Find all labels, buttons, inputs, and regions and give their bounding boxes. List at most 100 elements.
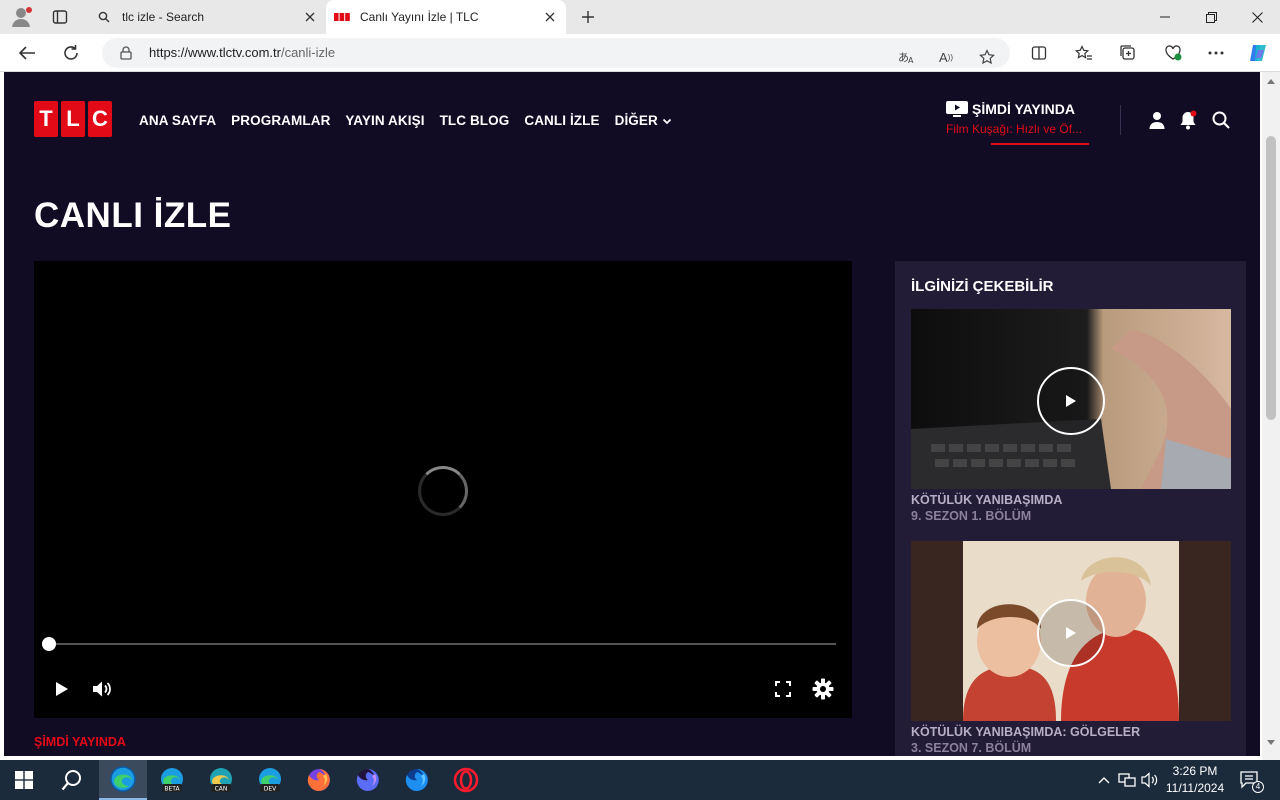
page-scrollbar[interactable] bbox=[1262, 72, 1280, 760]
opera-taskbar-icon[interactable] bbox=[442, 760, 490, 800]
tab-search[interactable]: tlc izle - Search bbox=[88, 0, 326, 34]
firefox-developer-taskbar-icon[interactable] bbox=[393, 760, 441, 800]
restore-button[interactable] bbox=[1188, 0, 1234, 34]
notification-count: 4 bbox=[1252, 781, 1264, 793]
tv-icon bbox=[946, 101, 968, 117]
nav-canli-izle[interactable]: CANLI İZLE bbox=[524, 113, 599, 128]
logo-letter: T bbox=[34, 101, 58, 137]
clock-date: 11/11/2024 bbox=[1165, 781, 1225, 795]
url-bar[interactable]: https://www.tlctv.com.tr/canli-izle あA A… bbox=[102, 38, 1010, 68]
nav-yayin-akisi[interactable]: YAYIN AKIŞI bbox=[345, 113, 424, 128]
firefox-nightly-taskbar-icon[interactable] bbox=[344, 760, 392, 800]
logo-letter: C bbox=[88, 101, 112, 137]
lock-icon[interactable] bbox=[118, 45, 134, 61]
badge-beta: BETA bbox=[164, 786, 180, 793]
badge-dev: DEV bbox=[264, 786, 277, 793]
logo-letter: L bbox=[61, 101, 85, 137]
favorite-star-icon[interactable] bbox=[975, 45, 999, 69]
recommendation-card[interactable]: KÖTÜLÜK YANIBAŞIMDA 9. SEZON 1. BÖLÜM bbox=[911, 309, 1231, 523]
tab-tlc-live[interactable]: Canlı Yayını İzle | TLC bbox=[326, 0, 566, 34]
volume-icon[interactable] bbox=[89, 676, 115, 702]
edge-beta-taskbar-icon[interactable]: BETA bbox=[148, 760, 196, 800]
tab-title: tlc izle - Search bbox=[122, 10, 205, 24]
read-aloud-label: A bbox=[939, 49, 948, 65]
play-circle-icon[interactable] bbox=[1037, 367, 1105, 435]
address-bar-row: https://www.tlctv.com.tr/canli-izle あA A… bbox=[0, 34, 1280, 72]
video-thumbnail[interactable] bbox=[911, 541, 1231, 721]
play-button[interactable] bbox=[49, 676, 75, 702]
main-nav: ANA SAYFA PROGRAMLAR YAYIN AKIŞI TLC BLO… bbox=[139, 113, 672, 128]
url-host: https://www.tlctv.com.tr bbox=[149, 45, 281, 60]
network-icon[interactable] bbox=[1117, 770, 1137, 790]
translate-icon[interactable]: あA bbox=[895, 45, 919, 69]
close-tab-icon[interactable] bbox=[302, 9, 318, 25]
read-aloud-icon[interactable]: A)) bbox=[934, 45, 958, 69]
live-now-label: ŞİMDİ YAYINDA bbox=[34, 735, 126, 749]
show-hidden-icons-icon[interactable] bbox=[1094, 770, 1114, 790]
page-title: CANLI İZLE bbox=[34, 196, 232, 235]
svg-text:A: A bbox=[908, 56, 914, 65]
taskbar-clock[interactable]: 3:26 PM 11/11/2024 bbox=[1162, 763, 1228, 797]
clock-time: 3:26 PM bbox=[1172, 764, 1218, 778]
nav-tlc-blog[interactable]: TLC BLOG bbox=[440, 113, 510, 128]
loading-spinner-icon bbox=[418, 466, 468, 516]
notifications-icon[interactable]: 4 bbox=[1238, 770, 1264, 793]
recommendation-card[interactable]: KÖTÜLÜK YANIBAŞIMDA: GÖLGELER 3. SEZON 7… bbox=[911, 541, 1231, 755]
refresh-button[interactable] bbox=[58, 41, 84, 65]
minimize-button[interactable] bbox=[1142, 0, 1188, 34]
new-tab-button[interactable] bbox=[576, 6, 600, 28]
fullscreen-icon[interactable] bbox=[770, 676, 796, 702]
progress-bar[interactable] bbox=[42, 637, 836, 651]
scroll-up-icon[interactable] bbox=[1266, 76, 1276, 86]
notification-bell-icon[interactable] bbox=[1177, 109, 1199, 131]
start-windows-icon[interactable] bbox=[0, 760, 48, 800]
back-button[interactable] bbox=[14, 41, 40, 65]
search-icon[interactable] bbox=[1210, 109, 1232, 131]
edge-taskbar-icon[interactable] bbox=[99, 760, 147, 800]
tlc-logo[interactable]: T L C bbox=[34, 101, 112, 137]
recommendations-panel: İLGİNİZİ ÇEKEBİLİR KÖTÜLÜK YANIBAŞIMDA 9… bbox=[895, 261, 1246, 756]
video-player[interactable] bbox=[34, 261, 852, 718]
now-on-air[interactable]: ŞİMDİ YAYINDA Film Kuşağı: Hızlı ve Öf..… bbox=[946, 101, 1096, 145]
volume-icon[interactable] bbox=[1140, 770, 1160, 790]
favorites-icon[interactable] bbox=[1071, 41, 1097, 65]
nav-programlar[interactable]: PROGRAMLAR bbox=[231, 113, 330, 128]
nav-diger[interactable]: DİĞER bbox=[615, 113, 672, 128]
close-tab-icon[interactable] bbox=[542, 9, 558, 25]
search-icon[interactable] bbox=[48, 760, 96, 800]
progress-handle[interactable] bbox=[42, 637, 56, 651]
windows-taskbar: BETA CAN DEV 3:26 PM 11/11/2024 4 bbox=[0, 760, 1280, 800]
tlc-favicon-icon bbox=[334, 9, 350, 25]
nav-ana-sayfa[interactable]: ANA SAYFA bbox=[139, 113, 216, 128]
recommendations-title: İLGİNİZİ ÇEKEBİLİR bbox=[911, 278, 1054, 295]
now-on-air-program: Film Kuşağı: Hızlı ve Öf... bbox=[946, 122, 1083, 136]
card-subtitle: 3. SEZON 7. BÖLÜM bbox=[911, 741, 1032, 755]
video-thumbnail[interactable] bbox=[911, 309, 1231, 489]
split-screen-icon[interactable] bbox=[1026, 41, 1052, 65]
card-title: KÖTÜLÜK YANIBAŞIMDA: GÖLGELER bbox=[911, 725, 1141, 739]
url-text: https://www.tlctv.com.tr/canli-izle bbox=[149, 45, 335, 60]
tab-actions-icon[interactable] bbox=[46, 5, 74, 29]
profile-icon[interactable] bbox=[8, 5, 34, 29]
tab-title: Canlı Yayını İzle | TLC bbox=[360, 10, 479, 24]
user-icon[interactable] bbox=[1146, 109, 1168, 131]
firefox-taskbar-icon[interactable] bbox=[295, 760, 343, 800]
header-divider bbox=[1120, 105, 1121, 135]
badge-can: CAN bbox=[215, 786, 228, 793]
search-icon bbox=[96, 9, 112, 25]
scrollbar-thumb[interactable] bbox=[1266, 136, 1276, 420]
settings-gear-icon[interactable] bbox=[810, 676, 836, 702]
edge-canary-taskbar-icon[interactable]: CAN bbox=[197, 760, 245, 800]
tab-strip: tlc izle - Search Canlı Yayını İzle | TL… bbox=[0, 0, 1280, 34]
more-options-icon[interactable] bbox=[1203, 41, 1229, 65]
browser-essentials-icon[interactable] bbox=[1160, 41, 1186, 65]
play-circle-icon[interactable] bbox=[1037, 599, 1105, 667]
nav-diger-label: DİĞER bbox=[614, 113, 658, 128]
edge-dev-taskbar-icon[interactable]: DEV bbox=[246, 760, 294, 800]
card-subtitle: 9. SEZON 1. BÖLÜM bbox=[911, 509, 1032, 523]
scroll-down-icon[interactable] bbox=[1266, 738, 1276, 748]
copilot-icon[interactable] bbox=[1245, 41, 1271, 65]
close-window-button[interactable] bbox=[1234, 0, 1280, 34]
collections-icon[interactable] bbox=[1115, 41, 1141, 65]
card-title: KÖTÜLÜK YANIBAŞIMDA bbox=[911, 493, 1063, 507]
